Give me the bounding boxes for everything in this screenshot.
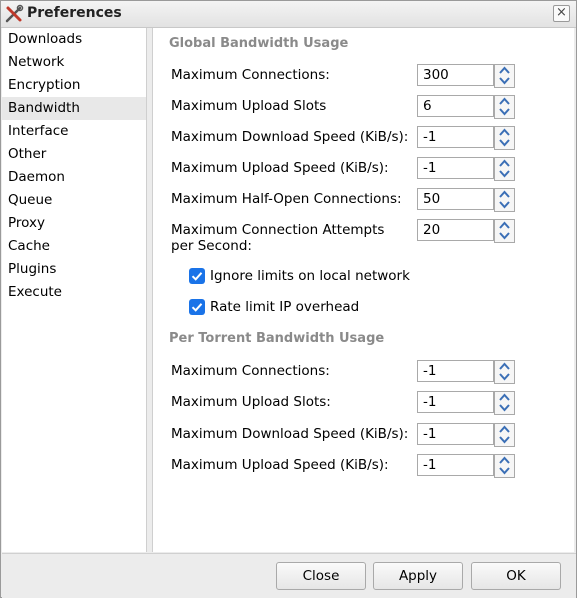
torrent-max-upload-speed-spinner [417, 454, 515, 478]
global-max-conn-attempts-label: Maximum Connection Attempts per Second: [171, 222, 385, 254]
torrent-max-download-speed-input[interactable] [417, 423, 494, 445]
spin-up-icon[interactable] [498, 220, 511, 230]
spin-up-icon[interactable] [498, 96, 511, 106]
spin-buttons [494, 126, 515, 150]
rate-limit-ip-checkbox[interactable] [189, 299, 205, 315]
sidebar-item-plugins[interactable]: Plugins [2, 258, 146, 281]
spin-buttons [494, 391, 515, 415]
spin-down-icon[interactable] [498, 403, 511, 413]
torrent-max-upload-slots-spinner [417, 391, 515, 415]
rate-limit-ip-label: Rate limit IP overhead [210, 299, 360, 315]
preferences-sidebar: Downloads Network Encryption Bandwidth I… [2, 28, 147, 552]
close-window-button[interactable]: × [553, 5, 570, 22]
global-max-download-speed-input[interactable] [417, 126, 494, 148]
sidebar-item-daemon[interactable]: Daemon [2, 166, 146, 189]
spin-buttons [494, 64, 515, 88]
spin-buttons [494, 423, 515, 447]
global-max-half-open-label: Maximum Half-Open Connections: [171, 191, 402, 207]
spin-down-icon[interactable] [498, 372, 511, 382]
spin-down-icon[interactable] [498, 231, 511, 241]
sidebar-item-cache[interactable]: Cache [2, 235, 146, 258]
torrent-max-upload-speed-input[interactable] [417, 454, 494, 476]
sidebar-item-queue[interactable]: Queue [2, 189, 146, 212]
global-max-half-open-spinner [417, 188, 515, 212]
global-max-download-speed-label: Maximum Download Speed (KiB/s): [171, 129, 409, 145]
spin-down-icon[interactable] [498, 435, 511, 445]
global-max-upload-speed-label: Maximum Upload Speed (KiB/s): [171, 160, 389, 176]
spin-up-icon[interactable] [498, 65, 511, 75]
spin-buttons [494, 454, 515, 478]
sidebar-item-execute[interactable]: Execute [2, 281, 146, 304]
preferences-window: Preferences × Downloads Network Encrypti… [0, 0, 577, 598]
per-torrent-bandwidth-heading: Per Torrent Bandwidth Usage [169, 331, 385, 346]
spin-up-icon[interactable] [498, 127, 511, 137]
global-max-download-speed-spinner [417, 126, 515, 150]
spin-buttons [494, 188, 515, 212]
spin-buttons [494, 360, 515, 384]
spin-down-icon[interactable] [498, 169, 511, 179]
global-max-conn-attempts-spinner [417, 219, 515, 243]
global-max-conn-attempts-input[interactable] [417, 219, 494, 241]
sidebar-item-downloads[interactable]: Downloads [2, 28, 146, 51]
global-max-upload-slots-spinner [417, 95, 515, 119]
spin-up-icon[interactable] [498, 361, 511, 371]
apply-button[interactable]: Apply [373, 562, 463, 590]
spin-down-icon[interactable] [498, 466, 511, 476]
dialog-footer: Close Apply OK [2, 553, 576, 598]
spin-down-icon[interactable] [498, 107, 511, 117]
ignore-local-limits-label: Ignore limits on local network [210, 268, 410, 284]
spin-down-icon[interactable] [498, 138, 511, 148]
sidebar-item-other[interactable]: Other [2, 143, 146, 166]
checkmark-icon [191, 303, 203, 312]
spin-up-icon[interactable] [498, 424, 511, 434]
torrent-max-connections-input[interactable] [417, 360, 494, 382]
ignore-local-limits-checkbox[interactable] [189, 268, 205, 284]
spin-buttons [494, 95, 515, 119]
spin-down-icon[interactable] [498, 200, 511, 210]
sidebar-item-encryption[interactable]: Encryption [2, 74, 146, 97]
torrent-max-connections-label: Maximum Connections: [171, 363, 330, 379]
global-max-upload-speed-input[interactable] [417, 157, 494, 179]
global-max-upload-slots-input[interactable] [417, 95, 494, 117]
spin-up-icon[interactable] [498, 189, 511, 199]
spin-down-icon[interactable] [498, 76, 511, 86]
spin-buttons [494, 157, 515, 181]
torrent-max-download-speed-label: Maximum Download Speed (KiB/s): [171, 426, 409, 442]
spin-buttons [494, 219, 515, 243]
checkmark-icon [191, 272, 203, 281]
sidebar-item-interface[interactable]: Interface [2, 120, 146, 143]
global-max-upload-speed-spinner [417, 157, 515, 181]
torrent-max-upload-slots-input[interactable] [417, 391, 494, 413]
torrent-max-connections-spinner [417, 360, 515, 384]
torrent-max-upload-speed-label: Maximum Upload Speed (KiB/s): [171, 457, 389, 473]
global-max-half-open-input[interactable] [417, 188, 494, 210]
window-title: Preferences [27, 5, 122, 21]
spin-up-icon[interactable] [498, 392, 511, 402]
close-icon: × [556, 5, 567, 20]
global-max-connections-spinner [417, 64, 515, 88]
ok-button[interactable]: OK [471, 562, 561, 590]
torrent-max-download-speed-spinner [417, 423, 515, 447]
global-max-upload-slots-label: Maximum Upload Slots [171, 98, 327, 114]
global-max-connections-input[interactable] [417, 64, 494, 86]
sidebar-item-bandwidth[interactable]: Bandwidth [2, 97, 146, 120]
sidebar-item-network[interactable]: Network [2, 51, 146, 74]
bandwidth-panel: Global Bandwidth Usage Maximum Connectio… [152, 28, 574, 552]
global-max-connections-label: Maximum Connections: [171, 67, 330, 83]
spin-up-icon[interactable] [498, 455, 511, 465]
spin-up-icon[interactable] [498, 158, 511, 168]
global-bandwidth-heading: Global Bandwidth Usage [169, 36, 349, 51]
tools-icon [5, 4, 24, 23]
torrent-max-upload-slots-label: Maximum Upload Slots: [171, 394, 331, 410]
sidebar-item-proxy[interactable]: Proxy [2, 212, 146, 235]
title-bar: Preferences × [1, 1, 576, 28]
close-button[interactable]: Close [276, 562, 366, 590]
